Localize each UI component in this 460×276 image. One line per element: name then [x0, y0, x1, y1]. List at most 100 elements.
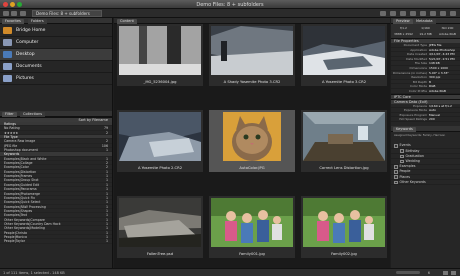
metadata-value: 5/21/07, 2:51 PM	[429, 56, 455, 61]
thumbnail-4[interactable]: A Yosemite Photo 2.CR2	[117, 110, 203, 172]
thumbnail-1[interactable]: _MG_5236004.jpg	[117, 24, 203, 86]
metadata-value: 300 ppi	[429, 75, 441, 80]
thumbnail-7[interactable]: FallenTree.psd	[117, 196, 203, 258]
metadata-value: Adobe RGB	[429, 88, 446, 93]
thumbnail-9[interactable]: Family002.jpg	[301, 196, 387, 258]
thumbnail-image	[211, 26, 293, 75]
list-view-icon[interactable]	[451, 271, 456, 275]
thumbnail-caption: AutoColor.JPG	[239, 166, 265, 170]
thumbnail-caption: Correct Lens Distortion.jpg	[319, 166, 369, 170]
filter-count: 1	[105, 213, 108, 218]
grid-view-icon[interactable]	[443, 271, 448, 275]
status-text: 1 of 111 items, 1 selected - 148 KB	[3, 271, 65, 275]
tab-folders[interactable]: Folders	[28, 19, 47, 24]
delete-icon[interactable]	[440, 11, 446, 16]
keyword-checkbox[interactable]	[394, 165, 398, 169]
back-icon[interactable]	[3, 11, 9, 16]
tab-favorites[interactable]: Favorites	[2, 19, 24, 24]
metadata-value: Auto	[429, 108, 436, 113]
filter-count: 1	[105, 195, 108, 200]
get-photos-icon[interactable]	[380, 11, 386, 16]
thumbnail-8[interactable]: Family001.jpg	[209, 196, 295, 258]
new-folder-icon[interactable]	[430, 11, 436, 16]
filter-label: Examples|Color	[4, 165, 29, 170]
tab-keywords[interactable]: Keywords	[393, 126, 416, 132]
filter-label: Other Keywords|Compare	[4, 217, 45, 222]
metadata-value: 1/160 s at f/1.2	[429, 103, 452, 108]
filter-label: Examples|Quick Fix	[4, 195, 35, 200]
favorite-desktop[interactable]: Desktop	[0, 49, 112, 61]
metadata-key: Exposure	[413, 103, 427, 108]
thumbnail-5[interactable]: AutoColor.JPG	[209, 110, 295, 172]
filter-label: Photoshop document	[4, 148, 38, 153]
favorite-bridge-home[interactable]: Bridge Home	[0, 25, 112, 37]
filter-count: 1	[105, 217, 108, 222]
tab-collections[interactable]: Collections	[20, 112, 46, 117]
filter-label: Examples|Frames	[4, 174, 33, 179]
metadata-value: 8	[429, 79, 431, 84]
keyword-checkbox[interactable]	[400, 149, 404, 153]
metadata-key: Date Modified	[406, 56, 427, 61]
pixel-size-value: 3888 x 2592	[394, 31, 413, 36]
thumbnail-3[interactable]: A Yosemite Photo 3.CR2	[301, 24, 387, 86]
filter-label: People|Christa	[4, 230, 27, 235]
thumbnail-6[interactable]: Correct Lens Distortion.jpg	[301, 110, 387, 172]
sidebar-tabs: Favorites Folders	[0, 18, 112, 24]
filter-label: Other Keywords|Country Dam Hack	[4, 221, 61, 226]
documents-folder-icon	[3, 63, 12, 70]
computer-icon	[3, 39, 12, 46]
pictures-folder-icon	[3, 75, 12, 82]
window-title: Demo Files: 8 + subfolders	[196, 2, 264, 8]
metadata-value: Adobe Photoshop	[429, 47, 456, 52]
filter-label: No Rating	[4, 126, 20, 131]
desktop-folder-icon	[3, 51, 12, 58]
path-bar[interactable]: Demo Files: 8 + subfolders	[32, 10, 102, 17]
filter-count: 1	[105, 208, 108, 213]
aperture-value: f/1.2	[400, 26, 407, 30]
rotate-left-icon[interactable]	[410, 11, 416, 16]
filter-label: Examples|Black and White	[4, 156, 47, 161]
refine-icon[interactable]	[390, 11, 396, 16]
favorite-pictures[interactable]: Pictures	[0, 73, 112, 85]
keyword-checkbox[interactable]	[394, 170, 398, 174]
keyword-checkbox[interactable]	[400, 154, 404, 159]
favorite-documents[interactable]: Documents	[0, 61, 112, 73]
tab-metadata[interactable]: Metadata	[413, 19, 436, 24]
status-bar: 1 of 111 items, 1 selected - 148 KB 6	[0, 268, 460, 276]
filter-label: Examples|Guided Edit	[4, 182, 40, 187]
keyword-row[interactable]: Other Keywords	[391, 180, 460, 186]
favorites-list: Bridge Home Computer Desktop Documents P…	[0, 24, 112, 86]
keyword-checkbox[interactable]	[400, 159, 404, 164]
metadata-key: Color Profile	[408, 88, 427, 93]
metadata-key: Color Mode	[410, 84, 427, 89]
title-bar: Demo Files: 8 + subfolders	[0, 0, 460, 9]
filter-label: Examples|RAW Processing	[4, 204, 46, 209]
metadata-key: Resolution	[411, 75, 427, 80]
forward-icon[interactable]	[11, 11, 17, 16]
thumbnail-2[interactable]: A Shady Yosemite Photo 3.CR2	[209, 24, 295, 86]
metadata-value: 200	[429, 117, 435, 122]
filter-label: ★★★★★	[4, 130, 19, 135]
color-space-value: Adobe RGB	[439, 31, 456, 36]
tab-filter[interactable]: Filter	[2, 112, 17, 117]
metadata-key: Dimensions	[409, 65, 427, 70]
tab-preview[interactable]: Preview	[393, 19, 413, 24]
filter-count: 106	[101, 143, 108, 148]
filter-count: 1	[105, 182, 108, 187]
open-in-camera-raw-icon[interactable]	[400, 11, 406, 16]
keyword-checkbox[interactable]	[394, 144, 398, 148]
thumbnail-caption: _MG_5236004.jpg	[143, 80, 177, 84]
filter-count: 1	[105, 178, 108, 183]
rotate-right-icon[interactable]	[420, 11, 426, 16]
thumbnail-size-slider[interactable]	[396, 271, 420, 274]
filter-tabs: Filter Collections	[0, 111, 112, 117]
keyword-checkbox[interactable]	[394, 180, 398, 185]
thumbnail-caption: FallenTree.psd	[146, 252, 174, 256]
search-icon[interactable]	[450, 11, 456, 16]
keyword-checkbox[interactable]	[394, 175, 398, 179]
recent-folders-icon[interactable]	[20, 11, 26, 16]
filter-row[interactable]: People|Taylor 1	[0, 239, 112, 244]
favorite-computer[interactable]: Computer	[0, 37, 112, 49]
filter-label: Keywords	[4, 152, 20, 157]
filter-count: 1	[105, 169, 108, 174]
